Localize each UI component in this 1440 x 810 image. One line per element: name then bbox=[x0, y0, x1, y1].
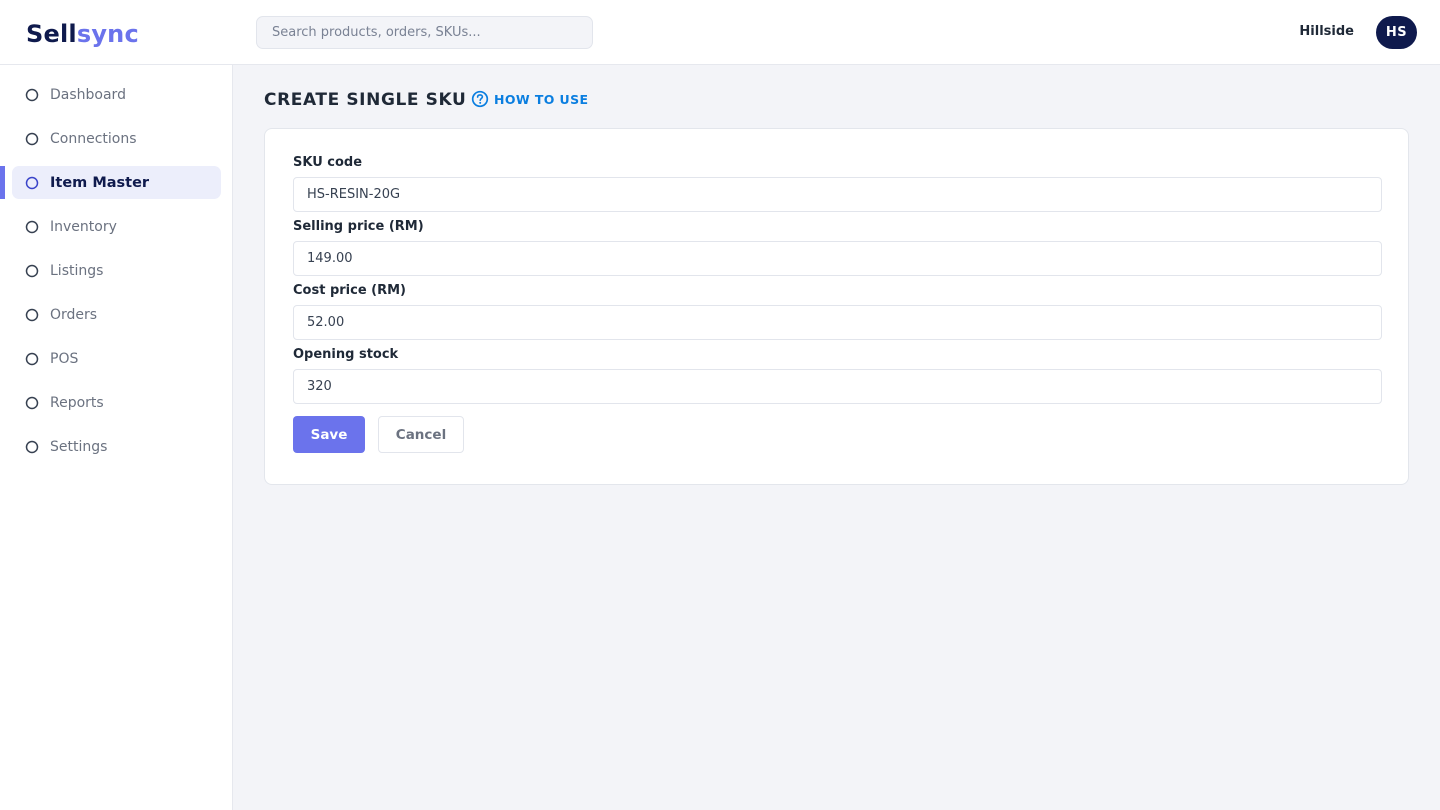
circle-icon bbox=[25, 88, 39, 101]
sidebar-item-listings[interactable]: Listings bbox=[12, 254, 221, 287]
cost-price-input[interactable] bbox=[293, 305, 1382, 340]
sidebar-item-reports[interactable]: Reports bbox=[12, 386, 221, 419]
sku-code-label: SKU code bbox=[293, 155, 363, 170]
logo-text-sell: Sell bbox=[26, 20, 77, 48]
selling-price-input[interactable] bbox=[293, 241, 1382, 276]
active-indicator bbox=[0, 166, 5, 199]
sidebar-item-label: Listings bbox=[50, 262, 104, 279]
sidebar-item-connections[interactable]: Connections bbox=[12, 122, 221, 155]
sidebar-item-label: POS bbox=[50, 350, 79, 367]
how-to-use-link[interactable]: HOW TO USE bbox=[471, 90, 588, 108]
sku-form-card: SKU code Selling price (RM) Cost price (… bbox=[264, 128, 1409, 485]
search-input[interactable] bbox=[256, 16, 593, 49]
circle-icon bbox=[25, 220, 39, 233]
sidebar-item-pos[interactable]: POS bbox=[12, 342, 221, 375]
circle-icon bbox=[25, 396, 39, 409]
opening-stock-label: Opening stock bbox=[293, 347, 399, 362]
save-button[interactable]: Save bbox=[293, 416, 365, 453]
question-circle-icon bbox=[471, 90, 489, 108]
circle-icon bbox=[25, 440, 39, 453]
sidebar-item-label: Item Master bbox=[50, 174, 150, 191]
how-to-use-label: HOW TO USE bbox=[494, 91, 589, 107]
selling-price-label: Selling price (RM) bbox=[293, 219, 424, 234]
store-name: Hillside bbox=[1299, 24, 1354, 39]
circle-icon bbox=[25, 176, 39, 189]
page-title: CREATE SINGLE SKU bbox=[264, 90, 467, 110]
opening-stock-input[interactable] bbox=[293, 369, 1382, 404]
sidebar-item-settings[interactable]: Settings bbox=[12, 430, 221, 463]
sidebar-item-label: Orders bbox=[50, 306, 98, 323]
app-logo[interactable]: Sellsync bbox=[26, 20, 139, 48]
top-bar: Sellsync Hillside HS bbox=[0, 0, 1440, 65]
circle-icon bbox=[25, 308, 39, 321]
circle-icon bbox=[25, 352, 39, 365]
sidebar-item-item-master[interactable]: Item Master bbox=[12, 166, 221, 199]
logo-text-sync: sync bbox=[76, 20, 139, 48]
sidebar-item-inventory[interactable]: Inventory bbox=[12, 210, 221, 243]
sidebar-item-orders[interactable]: Orders bbox=[12, 298, 221, 331]
circle-icon bbox=[25, 264, 39, 277]
sidebar-item-dashboard[interactable]: Dashboard bbox=[12, 78, 221, 111]
sidebar-item-label: Reports bbox=[50, 394, 104, 411]
sidebar-item-label: Dashboard bbox=[50, 86, 126, 103]
sidebar-item-label: Settings bbox=[50, 438, 108, 455]
sidebar-item-label: Inventory bbox=[50, 218, 117, 235]
sidebar: Dashboard Connections Item Master Invent… bbox=[0, 65, 233, 810]
sku-code-input[interactable] bbox=[293, 177, 1382, 212]
avatar[interactable]: HS bbox=[1376, 16, 1417, 49]
cancel-button[interactable]: Cancel bbox=[378, 416, 464, 453]
sidebar-item-label: Connections bbox=[50, 130, 137, 147]
circle-icon bbox=[25, 132, 39, 145]
cost-price-label: Cost price (RM) bbox=[293, 283, 407, 298]
